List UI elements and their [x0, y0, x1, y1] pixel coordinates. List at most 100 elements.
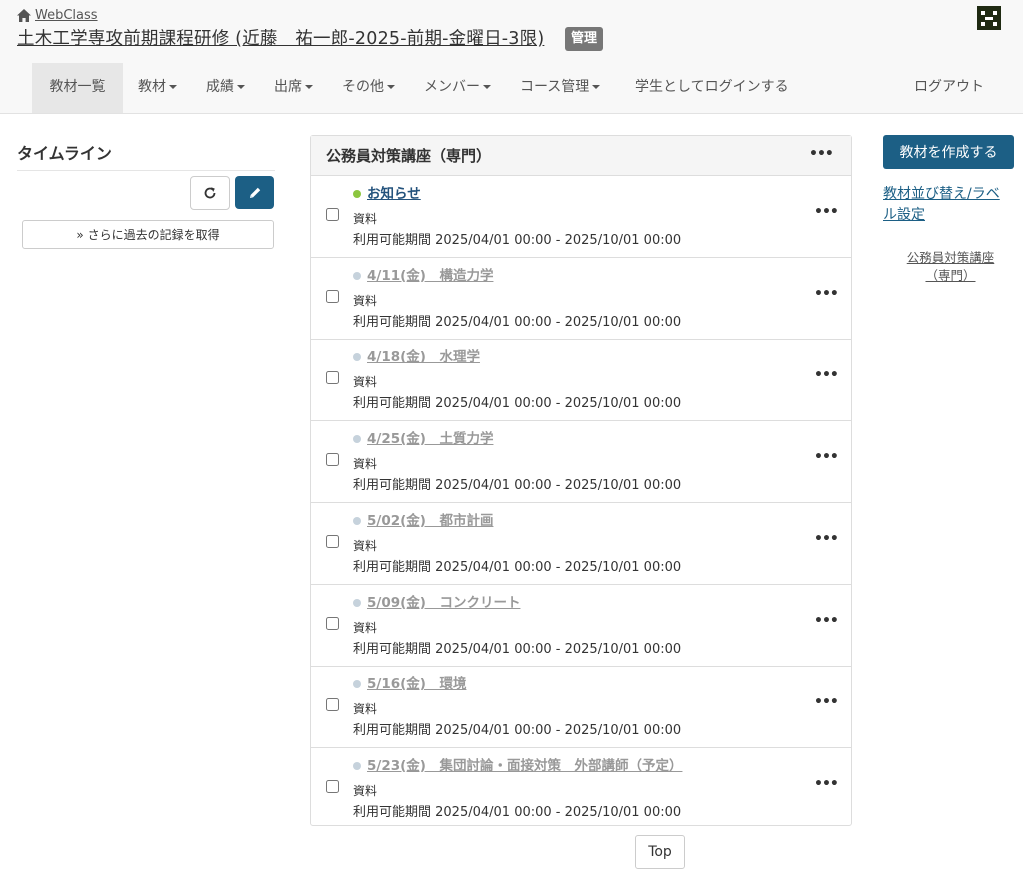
timeline-divider — [17, 170, 275, 171]
home-icon — [17, 9, 31, 22]
material-select-checkbox[interactable] — [326, 289, 339, 303]
nav-course-admin-label: コース管理 — [520, 79, 590, 95]
unit-title: 公務員対策講座（専門） — [326, 147, 492, 165]
material-type: 資料 — [353, 457, 378, 472]
load-older-records-button[interactable]: » さらに過去の記録を取得 — [22, 220, 274, 249]
material-availability-period: 利用可能期間 2025/04/01 00:00 - 2025/10/01 00:… — [353, 396, 682, 412]
admin-badge: 管理 — [565, 27, 604, 51]
home-link[interactable]: WebClass — [17, 8, 98, 23]
material-row: 5/23(金) 集団討論・面接対策 外部講師（予定） 資料利用可能期間 2025/… — [311, 748, 851, 829]
nav-login-as-student-label: 学生としてログインする — [635, 79, 789, 95]
nav-other-label: その他 — [342, 79, 384, 95]
material-type: 資料 — [353, 375, 378, 390]
logout-link[interactable]: ログアウト — [914, 63, 984, 113]
status-dot-icon — [353, 761, 361, 770]
material-select-checkbox[interactable] — [326, 698, 339, 712]
material-title-link[interactable]: 5/09(金) コンクリート — [367, 591, 520, 611]
material-row: 4/11(金) 構造力学資料利用可能期間 2025/04/01 00:00 - … — [311, 258, 851, 340]
material-menu-ellipsis-icon[interactable]: ••• — [814, 613, 839, 629]
material-type: 資料 — [353, 702, 378, 717]
material-menu-ellipsis-icon[interactable]: ••• — [814, 204, 839, 220]
status-dot-icon — [353, 190, 361, 198]
unit-anchor-link[interactable]: 公務員対策講座（専門） — [898, 249, 1003, 285]
material-type: 資料 — [353, 620, 378, 635]
material-title-link[interactable]: 5/16(金) 環境 — [367, 672, 466, 692]
caret-down-icon — [237, 85, 245, 89]
header: WebClass 土木工学専攻前期課程研修 (近藤 祐一郎-2025-前期-金曜… — [0, 0, 1023, 114]
material-row: 5/09(金) コンクリート資料利用可能期間 2025/04/01 00:00 … — [311, 585, 851, 667]
material-type: 資料 — [353, 293, 378, 308]
material-availability-period: 利用可能期間 2025/04/01 00:00 - 2025/10/01 00:… — [353, 804, 682, 820]
material-type: 資料 — [353, 783, 378, 798]
material-type: 資料 — [353, 538, 378, 553]
nav-grades-label: 成績 — [206, 79, 234, 95]
material-menu-ellipsis-icon[interactable]: ••• — [814, 286, 839, 302]
material-row: お知らせ資料利用可能期間 2025/04/01 00:00 - 2025/10/… — [311, 176, 851, 258]
nav-grades-dropdown[interactable]: 成績 — [206, 63, 245, 113]
refresh-button[interactable] — [190, 176, 230, 210]
create-material-button[interactable]: 教材を作成する — [883, 135, 1014, 169]
unit-panel-header: 公務員対策講座（専門） ••• — [311, 136, 851, 176]
pencil-icon — [249, 187, 260, 198]
material-menu-ellipsis-icon[interactable]: ••• — [814, 367, 839, 383]
user-avatar-icon[interactable] — [977, 6, 1001, 30]
material-availability-period: 利用可能期間 2025/04/01 00:00 - 2025/10/01 00:… — [353, 233, 682, 248]
main-nav: 教材一覧 教材 成績 出席 その他 メンバー コース管理 学生としてログインする… — [0, 63, 1023, 113]
sort-label-settings-link[interactable]: 教材並び替え/ラベル設定 — [883, 184, 1008, 226]
material-title-link[interactable]: 5/23(金) 集団討論・面接対策 外部講師（予定） — [367, 754, 682, 774]
nav-material-list-label: 教材一覧 — [49, 79, 106, 95]
material-availability-period: 利用可能期間 2025/04/01 00:00 - 2025/10/01 00:… — [353, 559, 682, 575]
material-select-checkbox[interactable] — [326, 616, 339, 630]
material-title-link[interactable]: 4/25(金) 土質力学 — [367, 427, 493, 447]
home-link-label: WebClass — [35, 8, 98, 23]
material-availability-period: 利用可能期間 2025/04/01 00:00 - 2025/10/01 00:… — [353, 641, 682, 657]
material-availability-period: 利用可能期間 2025/04/01 00:00 - 2025/10/01 00:… — [353, 723, 682, 739]
material-select-checkbox[interactable] — [326, 371, 339, 385]
nav-attendance-dropdown[interactable]: 出席 — [274, 63, 313, 113]
caret-down-icon — [483, 85, 491, 89]
nav-materials-label: 教材 — [138, 79, 166, 95]
caret-down-icon — [387, 85, 395, 89]
refresh-icon — [204, 187, 216, 199]
caret-down-icon — [305, 85, 313, 89]
material-menu-ellipsis-icon[interactable]: ••• — [814, 531, 839, 547]
nav-course-admin-dropdown[interactable]: コース管理 — [520, 63, 601, 113]
status-dot-icon — [353, 598, 361, 607]
course-title-link[interactable]: 土木工学専攻前期課程研修 (近藤 祐一郎-2025-前期-金曜日-3限) — [17, 25, 544, 50]
material-select-checkbox[interactable] — [326, 453, 339, 467]
material-menu-ellipsis-icon[interactable]: ••• — [814, 449, 839, 465]
unit-panel: 公務員対策講座（専門） ••• お知らせ 資料 利用可能期間 2025/04/01 … — [310, 135, 852, 826]
material-title-link[interactable]: お知らせ — [367, 182, 421, 202]
nav-attendance-label: 出席 — [274, 79, 302, 95]
caret-down-icon — [169, 85, 177, 89]
timeline-title: タイムライン — [17, 144, 112, 163]
caret-down-icon — [592, 85, 601, 89]
material-select-checkbox[interactable] — [326, 208, 339, 221]
material-type: 資料 — [353, 212, 378, 226]
material-title-link[interactable]: 4/11(金) 構造力学 — [367, 264, 493, 284]
material-row: 5/16(金) 環境資料利用可能期間 2025/04/01 00:00 - 20… — [311, 666, 851, 749]
status-dot-icon — [353, 271, 361, 280]
nav-login-as-student[interactable]: 学生としてログインする — [635, 63, 789, 113]
edit-button[interactable] — [235, 176, 274, 209]
material-select-checkbox[interactable] — [326, 779, 339, 793]
status-dot-icon — [353, 680, 361, 689]
status-dot-icon — [353, 353, 361, 362]
material-availability-period: 利用可能期間 2025/04/01 00:00 - 2025/10/01 00:… — [353, 314, 682, 330]
logout-label: ログアウト — [914, 79, 984, 95]
material-select-checkbox[interactable] — [326, 534, 339, 548]
nav-materials-dropdown[interactable]: 教材 — [138, 63, 177, 113]
nav-other-dropdown[interactable]: その他 — [342, 63, 395, 113]
material-title-link[interactable]: 4/18(金) 水理学 — [367, 345, 480, 365]
nav-material-list[interactable]: 教材一覧 — [32, 63, 123, 113]
material-row: 5/02(金) 都市計画資料利用可能期間 2025/04/01 00:00 - … — [311, 503, 851, 585]
status-dot-icon — [353, 435, 361, 444]
material-availability-period: 利用可能期間 2025/04/01 00:00 - 2025/10/01 00:… — [353, 478, 682, 494]
material-row: 4/25(金) 土質力学資料利用可能期間 2025/04/01 00:00 - … — [311, 421, 851, 504]
back-to-top-button[interactable]: Top — [635, 835, 685, 869]
unit-menu-ellipsis-icon[interactable]: ••• — [809, 146, 834, 162]
material-menu-ellipsis-icon[interactable]: ••• — [814, 776, 839, 792]
material-title-link[interactable]: 5/02(金) 都市計画 — [367, 509, 493, 529]
material-menu-ellipsis-icon[interactable]: ••• — [814, 694, 839, 710]
nav-members-dropdown[interactable]: メンバー — [424, 63, 491, 113]
